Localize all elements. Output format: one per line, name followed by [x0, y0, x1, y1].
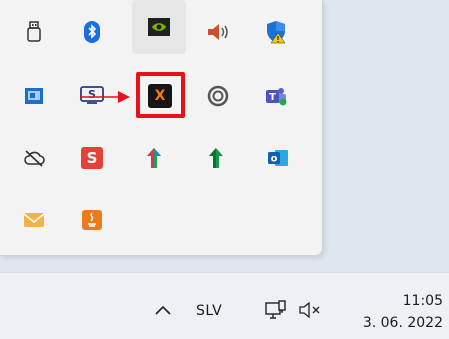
s-app-icon[interactable]: S	[70, 136, 114, 180]
nvidia-icon[interactable]	[132, 0, 186, 54]
remote-desktop-icon[interactable]	[12, 74, 56, 118]
input-language-indicator[interactable]: SLV	[196, 299, 222, 323]
outlook-icon[interactable]: o	[256, 136, 300, 180]
outlook-icon-label: o	[271, 154, 278, 165]
s-app-icon-label: S	[86, 149, 98, 167]
network-icon[interactable]	[262, 297, 290, 323]
annotation-arrow	[80, 91, 130, 103]
clock-time: 11:05	[402, 293, 443, 309]
svg-text:T: T	[269, 92, 276, 103]
taskbar: SLV 11:05 3. 06. 2022	[0, 272, 449, 339]
bluetooth-icon[interactable]	[70, 10, 114, 54]
clock-area[interactable]: 11:05 3. 06. 2022	[339, 273, 449, 339]
cloud-off-icon[interactable]	[12, 136, 56, 180]
java-icon[interactable]	[70, 198, 114, 242]
clock-date: 3. 06. 2022	[362, 315, 443, 331]
annotation-highlight-box	[136, 72, 185, 118]
teams-icon[interactable]: T	[254, 74, 298, 118]
mail-icon[interactable]	[12, 198, 56, 242]
system-tray-overflow: S X T S o	[0, 0, 323, 256]
show-hidden-icons-button[interactable]	[150, 297, 176, 323]
chevron-up-icon	[155, 305, 171, 315]
steelseries-icon[interactable]	[196, 74, 240, 118]
green-arrow-icon[interactable]	[194, 136, 238, 180]
usb-drive-icon[interactable]	[12, 10, 56, 54]
speaker-icon[interactable]	[196, 10, 240, 54]
volume-muted-icon[interactable]	[296, 297, 326, 323]
windows-security-icon[interactable]	[254, 10, 298, 54]
colorful-arrow-icon[interactable]	[132, 136, 176, 180]
